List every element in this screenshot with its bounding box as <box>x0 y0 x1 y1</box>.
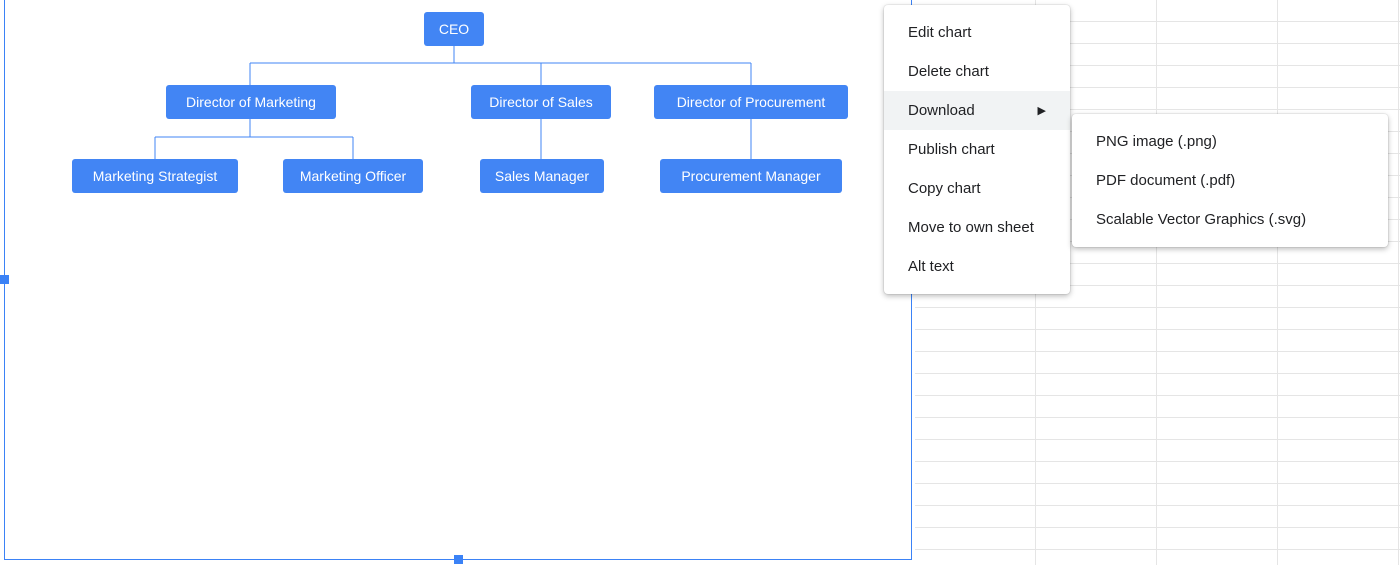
menu-delete-chart[interactable]: Delete chart <box>884 52 1070 91</box>
node-director-procurement[interactable]: Director of Procurement <box>654 85 848 119</box>
node-director-sales[interactable]: Director of Sales <box>471 85 611 119</box>
menu-label: Delete chart <box>908 63 989 80</box>
menu-label: Alt text <box>908 258 954 275</box>
chart-context-menu: Edit chart Delete chart Download ▶ Publi… <box>884 5 1070 294</box>
menu-label: Download <box>908 102 975 119</box>
submenu-png[interactable]: PNG image (.png) <box>1072 122 1388 161</box>
menu-label: Publish chart <box>908 141 995 158</box>
menu-alt-text[interactable]: Alt text <box>884 247 1070 286</box>
menu-label: Move to own sheet <box>908 219 1034 236</box>
download-submenu: PNG image (.png) PDF document (.pdf) Sca… <box>1072 114 1388 247</box>
menu-label: PNG image (.png) <box>1096 133 1217 150</box>
node-marketing-strategist[interactable]: Marketing Strategist <box>72 159 238 193</box>
submenu-svg[interactable]: Scalable Vector Graphics (.svg) <box>1072 200 1388 239</box>
node-sales-manager[interactable]: Sales Manager <box>480 159 604 193</box>
node-director-marketing[interactable]: Director of Marketing <box>166 85 336 119</box>
org-connectors <box>5 0 913 559</box>
menu-label: Copy chart <box>908 180 981 197</box>
menu-move-to-own-sheet[interactable]: Move to own sheet <box>884 208 1070 247</box>
submenu-arrow-icon: ▶ <box>1038 104 1046 117</box>
node-label: Director of Marketing <box>186 94 316 110</box>
menu-download[interactable]: Download ▶ <box>884 91 1070 130</box>
node-marketing-officer[interactable]: Marketing Officer <box>283 159 423 193</box>
node-label: Director of Sales <box>489 94 592 110</box>
node-ceo[interactable]: CEO <box>424 12 484 46</box>
menu-edit-chart[interactable]: Edit chart <box>884 13 1070 52</box>
menu-label: Edit chart <box>908 24 971 41</box>
menu-label: PDF document (.pdf) <box>1096 172 1235 189</box>
org-chart[interactable]: CEO Director of Marketing Director of Sa… <box>4 0 912 560</box>
menu-label: Scalable Vector Graphics (.svg) <box>1096 211 1306 228</box>
node-label: Director of Procurement <box>677 94 826 110</box>
submenu-pdf[interactable]: PDF document (.pdf) <box>1072 161 1388 200</box>
node-label: Sales Manager <box>495 168 589 184</box>
node-label: Procurement Manager <box>681 168 820 184</box>
node-label: Marketing Strategist <box>93 168 218 184</box>
menu-copy-chart[interactable]: Copy chart <box>884 169 1070 208</box>
menu-publish-chart[interactable]: Publish chart <box>884 130 1070 169</box>
node-label: Marketing Officer <box>300 168 406 184</box>
node-procurement-manager[interactable]: Procurement Manager <box>660 159 842 193</box>
node-label: CEO <box>439 21 469 37</box>
